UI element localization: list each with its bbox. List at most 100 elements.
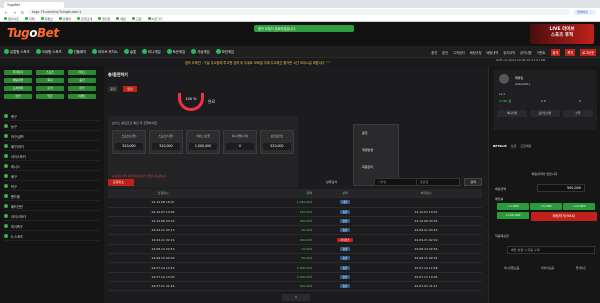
quick-button[interactable]: 포인트전환 [530, 110, 560, 117]
category-icon [4, 49, 9, 54]
user-nav-item[interactable]: 이벤트 [537, 50, 546, 55]
category-icon [35, 49, 41, 54]
sidebar-quick-button[interactable]: 스포츠 [36, 70, 64, 75]
tab-deposit[interactable]: 충전 [108, 86, 118, 92]
status-badge: 대기 [339, 200, 351, 205]
main-nav-item[interactable]: 슬롯 [123, 49, 136, 54]
user-nav-item[interactable]: 환전 [442, 50, 448, 55]
bet-preset-button[interactable]: +10,000 [563, 203, 595, 210]
sidebar-sport-item[interactable]: 배드민턴 [4, 202, 100, 211]
main-nav-item[interactable]: 가상게임 [191, 49, 210, 54]
quick-button[interactable]: 머니전환 [497, 110, 527, 117]
sidebar-quick-button[interactable]: 환전 [68, 86, 96, 91]
sport-icon [4, 164, 8, 168]
search-button[interactable]: 검색 [464, 178, 482, 186]
sidebar-sport-item[interactable]: 탁구 [4, 182, 100, 191]
betslip-multi-tab[interactable]: 조합배팅 [520, 144, 531, 148]
sidebar-quick-button[interactable]: 고객센터 [4, 86, 32, 91]
forward-icon[interactable]: → [12, 10, 17, 15]
user-nav-item[interactable]: 쪽지 [565, 48, 576, 56]
main-nav-item[interactable]: 토큰게임 [166, 49, 185, 54]
dropdown-item[interactable]: 충전 [354, 125, 398, 142]
main-nav-label: 미니게임 [148, 50, 161, 54]
sidebar-sport-item[interactable]: 아이스하키 [4, 152, 100, 161]
user-nav-item[interactable]: 공지사항 [520, 50, 532, 55]
bookmark-item[interactable]: 유튜브 [40, 17, 53, 21]
bookmark-item[interactable]: 에반 [116, 17, 126, 21]
sidebar-sport-item[interactable]: 미식축구 [4, 222, 100, 231]
category-icon [142, 49, 148, 54]
sidebar-quick-button[interactable]: 카지노 [68, 70, 96, 75]
bookmark-item[interactable]: 환전관 [98, 17, 110, 21]
odds-change-select[interactable]: 배당 변경 시 자동 수락 [507, 246, 595, 254]
back-icon[interactable]: ← [4, 10, 9, 15]
user-nav-item[interactable]: 로그아웃 [580, 48, 596, 56]
bookmark-item[interactable]: 웹사이트 [4, 17, 19, 21]
bookmark-label: 에반 [120, 16, 126, 21]
footer-stat[interactable]: 업데이트 [576, 266, 586, 270]
sidebar-quick-button[interactable]: 충전 [68, 78, 96, 83]
browser-tab[interactable]: TugoBet [4, 2, 64, 8]
sidebar-sport-item[interactable]: 아이스하키 [4, 212, 100, 221]
user-nav-item[interactable]: 배팅내역 [487, 50, 499, 55]
reload-icon[interactable]: ↻ [20, 10, 25, 15]
cancel-request-button[interactable]: 요청취소 [108, 179, 134, 186]
bookmark-item[interactable]: 은행교계 [77, 17, 92, 21]
bet-amount-input[interactable]: 500,000 [537, 184, 585, 192]
update-button[interactable]: 업데이트 ⋮ [573, 9, 596, 15]
dropdown-item[interactable]: 계정변경 [354, 142, 398, 159]
address-input[interactable]: tugo-79.com/mc/?single-tab=1 [28, 9, 570, 15]
sidebar-quick-button[interactable]: 출석 [36, 86, 64, 91]
user-money: 4,580 원 [499, 99, 512, 103]
footer-stat[interactable]: 미니게임모음 [504, 266, 519, 270]
footer-stat[interactable]: 바카라모음 [541, 266, 554, 270]
dropdown-item[interactable]: 회원관리 [354, 159, 398, 176]
sidebar-sport-item[interactable]: 배구/하키 [4, 142, 100, 151]
user-nav-item[interactable]: 정지내역 [503, 50, 515, 55]
user-nav-item[interactable]: 출석 [550, 48, 561, 56]
sidebar-sport-item[interactable]: 야구/골프 [4, 132, 100, 141]
tab-withdraw[interactable]: 환전 [123, 86, 137, 92]
main-nav-item[interactable]: 라이브 카지노 [92, 49, 118, 54]
live-sports-banner[interactable]: LIVE 라이브 스포츠 후적 [530, 24, 594, 44]
odds-label: 배당률 [495, 197, 504, 201]
bookmark-item[interactable]: 교일 [132, 17, 142, 21]
sidebar-sport-item[interactable]: 테니스 [4, 162, 100, 171]
main-nav-item[interactable]: 국내형 스포츠 [35, 49, 62, 54]
bookmark-item[interactable]: 유튜버 [58, 17, 71, 21]
date-from-input[interactable]: 시작일 [374, 178, 422, 186]
sidebar-sport-item[interactable]: 축구 [4, 112, 100, 121]
main-nav-item[interactable]: 미니게임 [142, 49, 161, 54]
sidebar-sport-item[interactable]: 핸드볼 [4, 192, 100, 201]
betslip-single-tab[interactable]: 싱글 [511, 144, 517, 148]
history-done: 24.10.07 13:07 [414, 209, 438, 214]
date-to-input[interactable]: 종료일 [416, 178, 460, 186]
sidebar-sport-item[interactable]: E-스포츠 [4, 232, 100, 241]
history-table: 신청일시 금액 상태 처리일시 24.10.08 16:07 1,050,000 대기 24.… [108, 189, 482, 292]
history-header-cell: 금액 [306, 191, 312, 196]
main-nav-item[interactable]: 유럽형 스포츠 [4, 49, 30, 54]
quick-button[interactable]: 쿠폰 [563, 110, 593, 117]
bet-preset-button[interactable]: +1,000 [497, 203, 529, 210]
bet-preset-button[interactable]: +100,000 [497, 212, 529, 219]
user-nav-item[interactable]: 고객센터 [453, 50, 465, 55]
sidebar-quick-button[interactable]: 쪽지 [36, 78, 64, 83]
sidebar-sport-item[interactable]: 배구 [4, 172, 100, 181]
pagination[interactable]: 1 [282, 294, 310, 301]
site-logo[interactable]: TugoBet [7, 26, 59, 40]
sidebar-sport-item[interactable]: 농구 [4, 122, 100, 131]
bookmark-item[interactable]: 바로가기 [147, 17, 163, 21]
sidebar-quick-button[interactable]: 배팅내역 [4, 78, 32, 83]
sidebar-quick-button[interactable]: 이벤트 [68, 94, 96, 99]
main-nav-item[interactable]: 보관게임 [215, 49, 234, 54]
bet-preset-button[interactable]: +5,000 [530, 203, 562, 210]
sidebar-quick-button[interactable]: 입금 [36, 94, 64, 99]
user-nav-item[interactable]: 배팅규정 [470, 50, 482, 55]
sidebar-quick-button[interactable]: 즐겨찾기 [4, 70, 32, 75]
user-nav-item[interactable]: 충전 [431, 50, 437, 55]
main-nav-item[interactable]: 인플레이 [67, 49, 86, 54]
sidebar-quick-button[interactable]: 환전 [4, 94, 32, 99]
bookmark-label: 교일 [136, 16, 142, 21]
place-bet-button[interactable]: 배팅하기(MAX) [531, 212, 597, 221]
bookmark-item[interactable]: 지메 [25, 17, 35, 21]
